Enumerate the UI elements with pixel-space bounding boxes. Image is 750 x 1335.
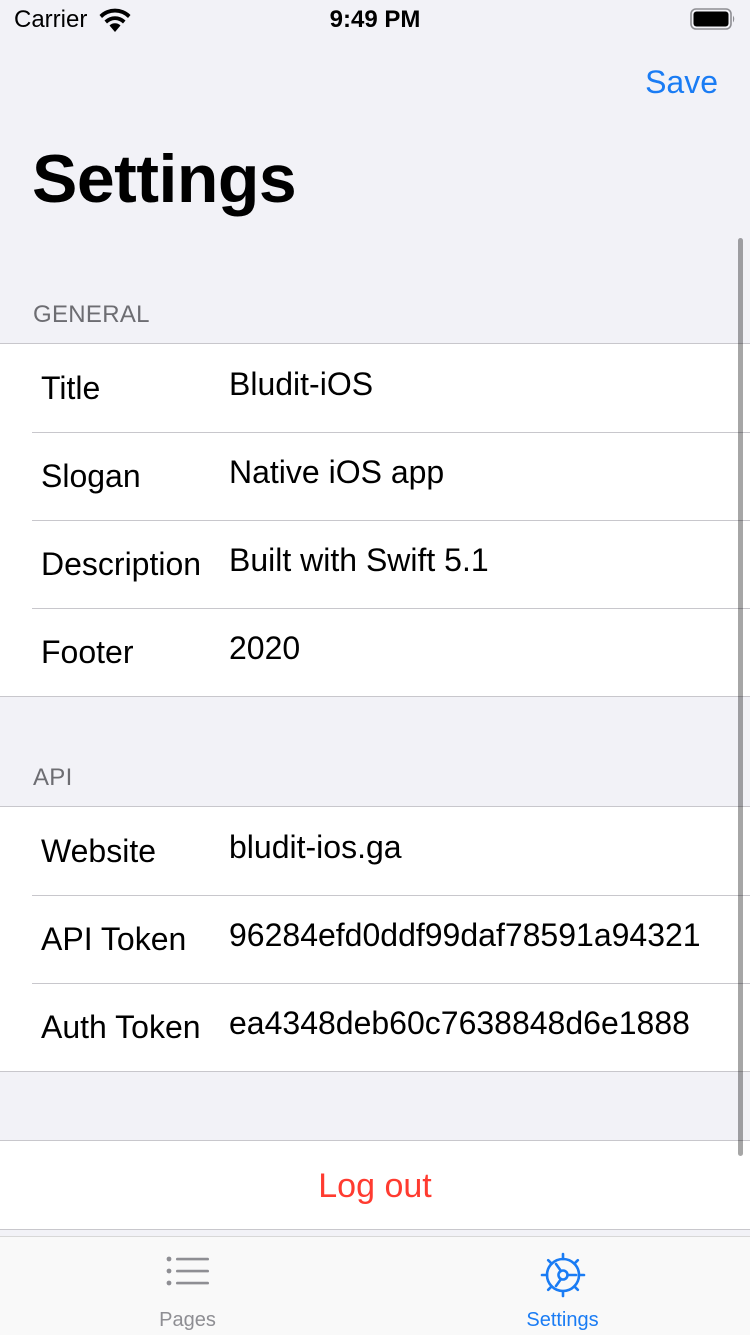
section-header-api: API xyxy=(33,764,73,791)
setting-label: API Token xyxy=(41,921,187,957)
section-header-general: GENERAL xyxy=(33,301,150,328)
list-icon xyxy=(166,1256,209,1286)
tab-bar: Pages Settings xyxy=(0,1236,750,1335)
title-field[interactable]: Bludit-iOS xyxy=(229,366,373,403)
clock-label: 9:49 PM xyxy=(329,6,421,33)
logout-button[interactable]: Log out xyxy=(0,1140,750,1230)
setting-row-footer[interactable]: Footer 2020 xyxy=(0,608,750,696)
api-settings-group: Website bludit-ios.ga API Token 96284efd… xyxy=(0,806,750,1072)
setting-row-description[interactable]: Description Built with Swift 5.1 xyxy=(0,520,750,608)
battery-icon xyxy=(690,8,735,30)
setting-label: Auth Token xyxy=(41,1009,201,1045)
footer-field[interactable]: 2020 xyxy=(229,630,300,667)
setting-label: Slogan xyxy=(41,458,141,494)
tab-label: Pages xyxy=(159,1309,216,1331)
setting-row-title[interactable]: Title Bludit-iOS xyxy=(0,344,750,432)
slogan-field[interactable]: Native iOS app xyxy=(229,454,444,491)
setting-row-slogan[interactable]: Slogan Native iOS app xyxy=(0,432,750,520)
setting-label: Description xyxy=(41,546,202,582)
scroll-indicator[interactable] xyxy=(738,238,743,1156)
page-title: Settings xyxy=(32,141,297,217)
tab-label: Settings xyxy=(526,1309,599,1331)
save-button[interactable]: Save xyxy=(645,64,718,101)
status-bar: Carrier 9:49 PM xyxy=(0,0,750,40)
website-field[interactable]: bludit-ios.ga xyxy=(229,829,402,866)
description-field[interactable]: Built with Swift 5.1 xyxy=(229,542,489,579)
general-settings-group: Title Bludit-iOS Slogan Native iOS app D… xyxy=(0,343,750,697)
setting-label: Title xyxy=(41,370,101,406)
api-token-field[interactable]: 96284efd0ddf99daf78591a94321 xyxy=(229,917,701,954)
tab-settings[interactable]: Settings xyxy=(375,1237,750,1335)
auth-token-field[interactable]: ea4348deb60c7638848d6e1888 xyxy=(229,1005,690,1042)
gear-icon xyxy=(540,1252,585,1298)
setting-row-auth-token[interactable]: Auth Token ea4348deb60c7638848d6e1888 xyxy=(0,983,750,1071)
setting-label: Website xyxy=(41,833,157,869)
logout-label: Log out xyxy=(318,1167,432,1205)
setting-label: Footer xyxy=(41,634,134,670)
tab-pages[interactable]: Pages xyxy=(0,1237,375,1335)
setting-row-api-token[interactable]: API Token 96284efd0ddf99daf78591a94321 xyxy=(0,895,750,983)
setting-row-website[interactable]: Website bludit-ios.ga xyxy=(0,807,750,895)
